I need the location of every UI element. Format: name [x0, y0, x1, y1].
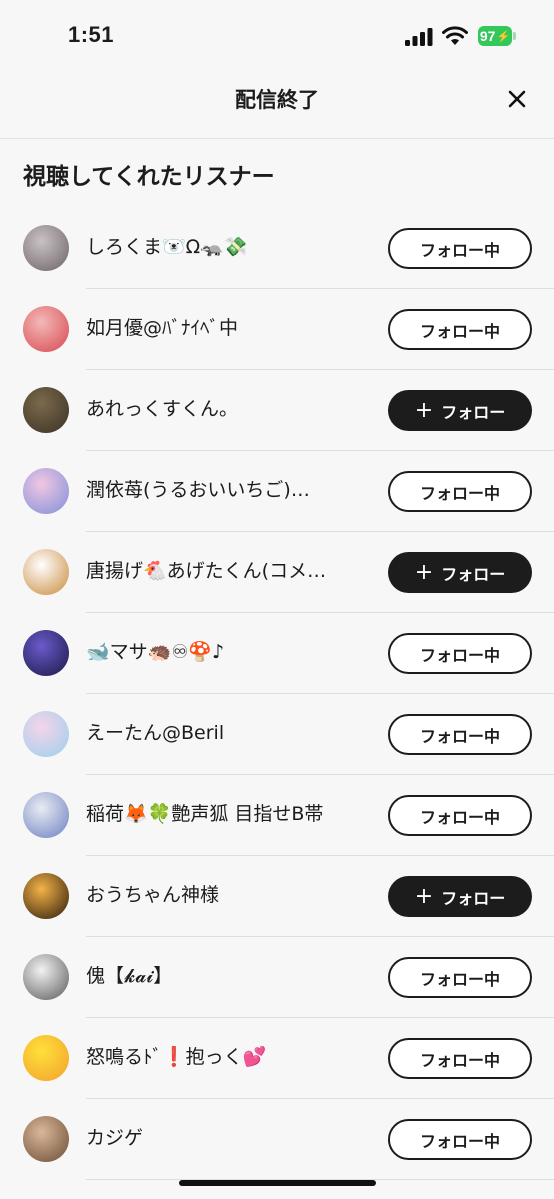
listener-row[interactable]: えーたん@Beril フォロー中	[0, 694, 554, 775]
listener-name: 傀【𝓴𝓪𝓲】	[86, 965, 173, 987]
avatar[interactable]	[23, 630, 69, 676]
avatar[interactable]	[23, 225, 69, 271]
avatar[interactable]	[23, 306, 69, 352]
following-button[interactable]: フォロー中	[388, 957, 532, 998]
follow-button-label: フォロー	[441, 888, 506, 908]
follow-button-label: フォロー	[441, 564, 506, 584]
plus-icon: +	[414, 883, 434, 909]
follow-button-label: フォロー中	[419, 483, 500, 503]
listener-row[interactable]: おうちゃん神様 + フォロー	[0, 856, 554, 937]
following-button[interactable]: フォロー中	[388, 1119, 532, 1160]
plus-icon: +	[414, 559, 434, 585]
avatar-image	[23, 1035, 69, 1081]
following-button[interactable]: フォロー中	[388, 309, 532, 350]
listener-name: カジゲ	[86, 1127, 144, 1149]
follow-button[interactable]: + フォロー	[388, 390, 532, 431]
listener-name: あれっくすくん。	[86, 398, 239, 420]
listener-name: 如月優@ﾊﾞﾅｲﾍﾞ中	[86, 317, 239, 339]
follow-button-label: フォロー中	[419, 969, 500, 989]
listener-name: 🐋マサ🦔♾🍄♪	[86, 641, 225, 663]
listener-name: しろくま🐻‍❄️Ω🦡💸	[86, 236, 248, 258]
avatar[interactable]	[23, 711, 69, 757]
status-bar: 1:51 97 ⚡	[0, 0, 554, 70]
battery-level: 97	[479, 28, 496, 44]
follow-button-label: フォロー中	[419, 807, 500, 827]
header-divider	[0, 138, 554, 139]
listener-row[interactable]: カジゲ フォロー中	[0, 1099, 554, 1180]
avatar[interactable]	[23, 549, 69, 595]
following-button[interactable]: フォロー中	[388, 1038, 532, 1079]
listener-list: しろくま🐻‍❄️Ω🦡💸 フォロー中 如月優@ﾊﾞﾅｲﾍﾞ中 フォロー中 あれっくすくん。…	[0, 208, 554, 1180]
following-button[interactable]: フォロー中	[388, 795, 532, 836]
avatar-image	[23, 873, 69, 919]
listener-row[interactable]: しろくま🐻‍❄️Ω🦡💸 フォロー中	[0, 208, 554, 289]
close-icon[interactable]	[504, 86, 530, 112]
avatar[interactable]	[23, 468, 69, 514]
wifi-icon	[442, 26, 468, 45]
avatar-image	[23, 468, 69, 514]
plus-icon: +	[414, 397, 434, 423]
listener-row[interactable]: 怒鳴るﾄﾞ❗️抱っく💕 フォロー中	[0, 1018, 554, 1099]
follow-button-label: フォロー	[441, 402, 506, 422]
listener-row[interactable]: 如月優@ﾊﾞﾅｲﾍﾞ中 フォロー中	[0, 289, 554, 370]
avatar-image	[23, 549, 69, 595]
listener-row[interactable]: 🐋マサ🦔♾🍄♪ フォロー中	[0, 613, 554, 694]
avatar-image	[23, 1116, 69, 1162]
avatar-image	[23, 306, 69, 352]
avatar-image	[23, 711, 69, 757]
following-button[interactable]: フォロー中	[388, 714, 532, 755]
following-button[interactable]: フォロー中	[388, 228, 532, 269]
listener-name: 潤依苺(うるおいいちご)…	[86, 479, 310, 501]
listener-row[interactable]: 稲荷🦊🍀艶声狐 目指せB帯 フォロー中	[0, 775, 554, 856]
listener-name: 唐揚げ🐔あげたくん(コメ…	[86, 560, 327, 582]
listener-name: 稲荷🦊🍀艶声狐 目指せB帯	[86, 803, 324, 825]
avatar[interactable]	[23, 387, 69, 433]
following-button[interactable]: フォロー中	[388, 633, 532, 674]
avatar[interactable]	[23, 792, 69, 838]
following-button[interactable]: フォロー中	[388, 471, 532, 512]
avatar-image	[23, 630, 69, 676]
follow-button-label: フォロー中	[419, 321, 500, 341]
follow-button-label: フォロー中	[419, 645, 500, 665]
listener-name: 怒鳴るﾄﾞ❗️抱っく💕	[86, 1046, 267, 1068]
follow-button[interactable]: + フォロー	[388, 552, 532, 593]
avatar-image	[23, 225, 69, 271]
avatar[interactable]	[23, 873, 69, 919]
battery-icon: 97 ⚡	[478, 26, 512, 46]
listener-row[interactable]: 唐揚げ🐔あげたくん(コメ… + フォロー	[0, 532, 554, 613]
follow-button-label: フォロー中	[419, 1050, 500, 1070]
follow-button-label: フォロー中	[419, 240, 500, 260]
avatar-image	[23, 792, 69, 838]
follow-button-label: フォロー中	[419, 726, 500, 746]
page-title: 配信終了	[235, 89, 319, 112]
avatar-image	[23, 387, 69, 433]
listener-row[interactable]: 傀【𝓴𝓪𝓲】 フォロー中	[0, 937, 554, 1018]
avatar[interactable]	[23, 954, 69, 1000]
section-title: 視聴してくれたリスナー	[23, 163, 275, 189]
avatar[interactable]	[23, 1035, 69, 1081]
battery-cap	[513, 32, 516, 40]
follow-button[interactable]: + フォロー	[388, 876, 532, 917]
status-time: 1:51	[68, 22, 115, 47]
avatar-image	[23, 954, 69, 1000]
avatar[interactable]	[23, 1116, 69, 1162]
listener-row[interactable]: 潤依苺(うるおいいちご)… フォロー中	[0, 451, 554, 532]
follow-button-label: フォロー中	[419, 1131, 500, 1151]
listener-row[interactable]: あれっくすくん。 + フォロー	[0, 370, 554, 451]
listener-name: えーたん@Beril	[86, 722, 225, 744]
listener-name: おうちゃん神様	[86, 884, 220, 906]
home-indicator	[179, 1180, 376, 1186]
cellular-signal-icon	[405, 28, 433, 46]
